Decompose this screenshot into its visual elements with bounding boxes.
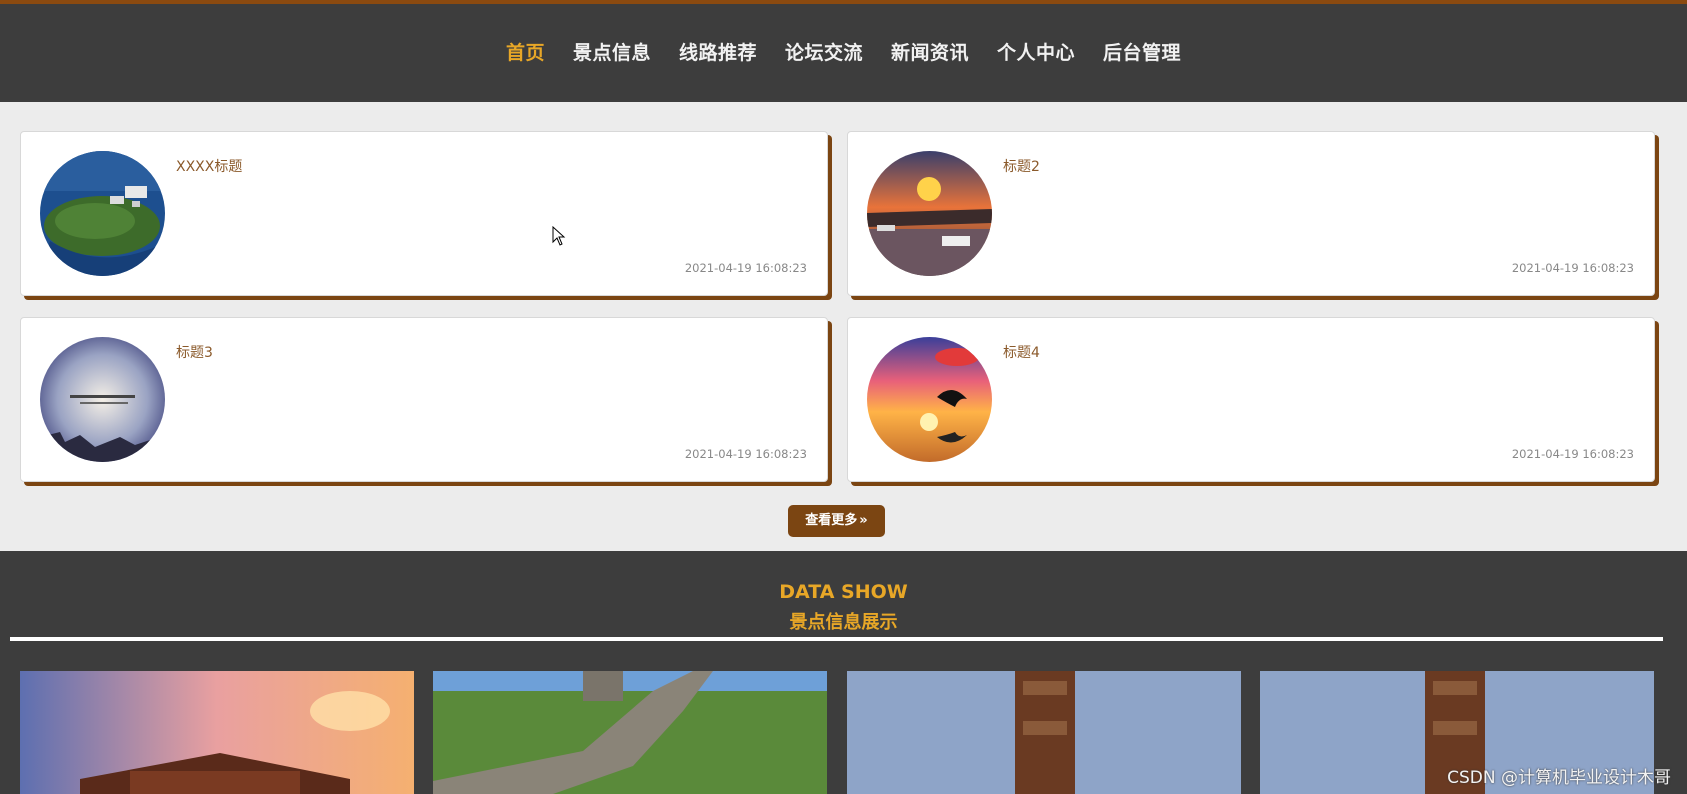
news-thumbnail[interactable] (867, 337, 992, 462)
news-title[interactable]: 标题4 (1003, 342, 1040, 362)
section-divider (10, 637, 1663, 641)
news-thumbnail[interactable] (40, 337, 165, 462)
watermark: CSDN @计算机毕业设计木哥 (1447, 768, 1671, 788)
double-chevron-right-icon: » (859, 513, 868, 528)
header-bar: 首页 景点信息 线路推荐 论坛交流 新闻资讯 个人中心 后台管理 (0, 4, 1687, 102)
news-title[interactable]: XXXX标题 (176, 156, 242, 176)
data-show-subtitle: 景点信息展示 (789, 612, 898, 633)
view-more-label: 查看更多 (805, 513, 858, 528)
attraction-tile[interactable] (20, 671, 414, 794)
news-time: 2021-04-19 16:08:23 (684, 447, 807, 461)
news-card[interactable]: 标题4 2021-04-19 16:08:23 (847, 317, 1655, 482)
news-time: 2021-04-19 16:08:23 (1511, 447, 1634, 461)
attraction-tile[interactable] (847, 671, 1241, 794)
nav-attractions[interactable]: 景点信息 (559, 36, 665, 70)
news-thumbnail[interactable] (867, 151, 992, 276)
news-card[interactable]: XXXX标题 2021-04-19 16:08:23 (20, 131, 828, 296)
nav-routes[interactable]: 线路推荐 (665, 36, 771, 70)
news-title[interactable]: 标题2 (1003, 156, 1040, 176)
news-section: XXXX标题 2021-04-19 16:08:23 标题2 2021-04-1… (0, 106, 1687, 551)
nav-forum[interactable]: 论坛交流 (771, 36, 877, 70)
news-time: 2021-04-19 16:08:23 (684, 261, 807, 275)
nav-admin[interactable]: 后台管理 (1089, 36, 1195, 70)
news-time: 2021-04-19 16:08:23 (1511, 261, 1634, 275)
mouse-cursor-icon (552, 225, 566, 250)
main-nav: 首页 景点信息 线路推荐 论坛交流 新闻资讯 个人中心 后台管理 (0, 36, 1687, 70)
data-show-title: DATA SHOW (779, 581, 908, 603)
nav-profile[interactable]: 个人中心 (983, 36, 1089, 70)
view-more-button[interactable]: 查看更多» (788, 505, 885, 537)
news-card[interactable]: 标题3 2021-04-19 16:08:23 (20, 317, 828, 482)
nav-news[interactable]: 新闻资讯 (877, 36, 983, 70)
news-card[interactable]: 标题2 2021-04-19 16:08:23 (847, 131, 1655, 296)
news-title[interactable]: 标题3 (176, 342, 213, 362)
nav-home[interactable]: 首页 (492, 36, 559, 70)
news-thumbnail[interactable] (40, 151, 165, 276)
data-show-section: DATA SHOW 景点信息展示 CSDN @计算机毕业设计木哥 (0, 551, 1687, 794)
attraction-tile[interactable] (433, 671, 827, 794)
